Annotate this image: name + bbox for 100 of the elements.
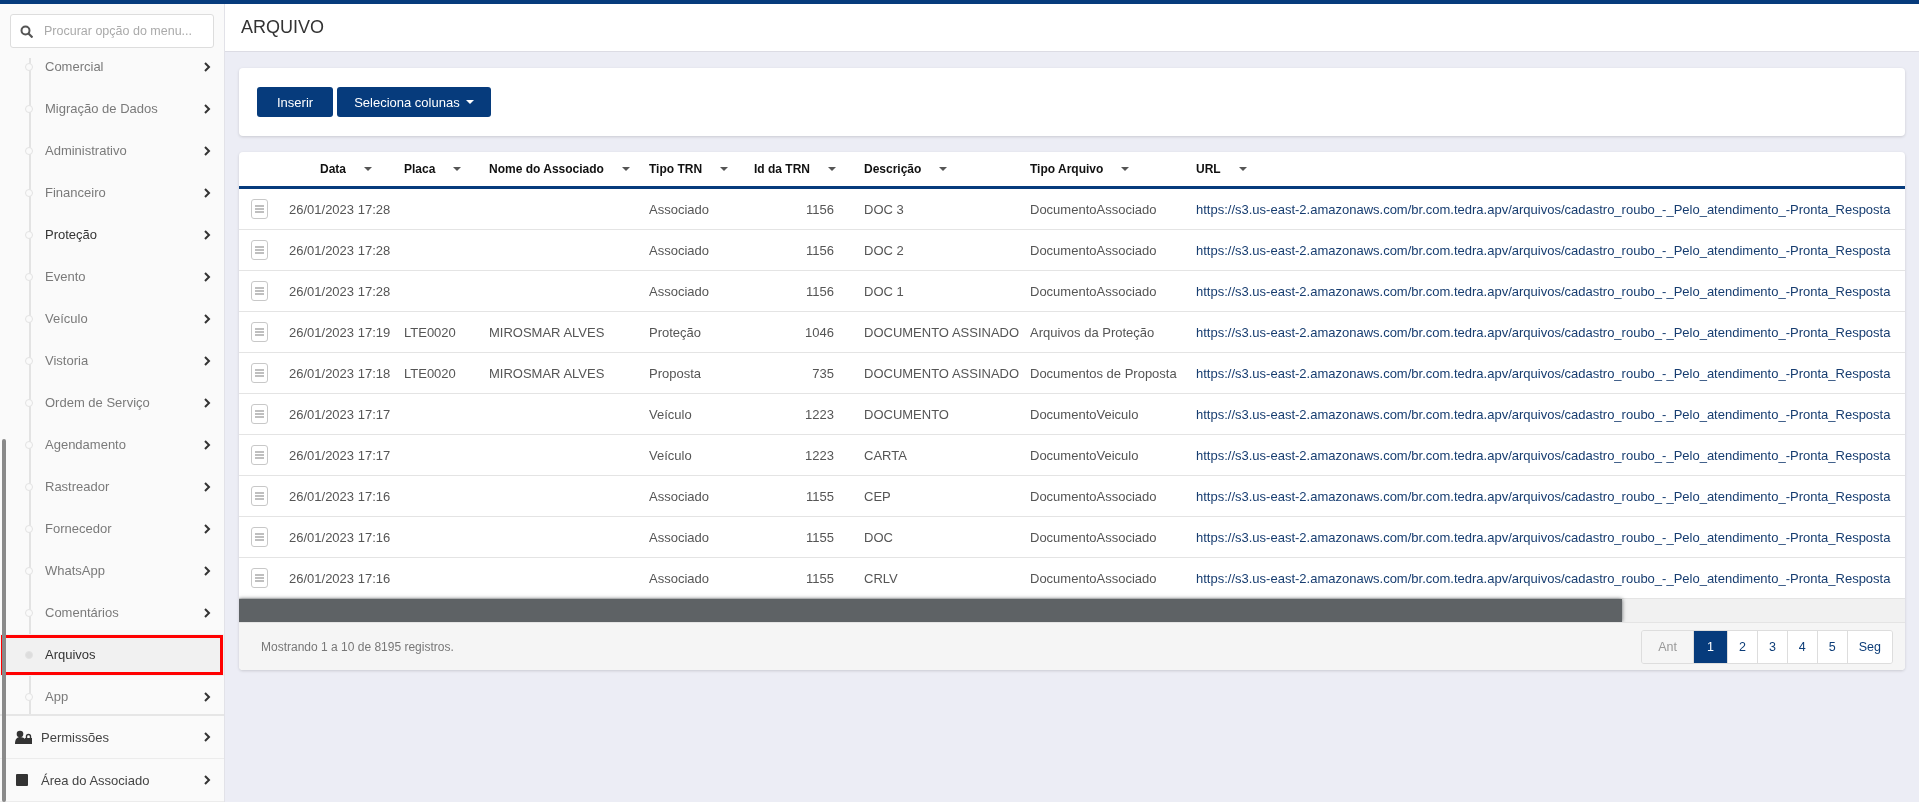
table-cell-text: DocumentoAssociado bbox=[1029, 283, 1158, 299]
table-cell-text: Veículo bbox=[648, 406, 693, 422]
sort-caret-icon bbox=[720, 167, 729, 171]
section-label: Área do Associado bbox=[41, 772, 151, 788]
table-cell-text: DocumentoAssociado bbox=[1029, 242, 1158, 258]
sidebar-item[interactable]: Comercial bbox=[0, 57, 224, 88]
page-link[interactable]: 3 bbox=[1756, 630, 1787, 663]
column-header[interactable]: URL bbox=[1186, 162, 1905, 176]
list-icon bbox=[254, 328, 264, 336]
sidebar-item[interactable]: Ordem de Serviço bbox=[0, 381, 224, 424]
table-cell-text: DOC 3 bbox=[863, 201, 905, 217]
sort-caret-icon bbox=[828, 167, 836, 171]
list-icon bbox=[254, 451, 264, 459]
scrollbar[interactable] bbox=[2, 439, 6, 802]
sidebar-item[interactable]: Proteção bbox=[0, 213, 224, 256]
table-cell-text: 26/01/2023 17:19 bbox=[288, 324, 392, 340]
table-cell-text: Associado bbox=[648, 488, 710, 504]
sidebar-item[interactable]: Administrativo bbox=[0, 129, 224, 172]
column-header[interactable]: Tipo Arquivo bbox=[1020, 162, 1186, 176]
table-cell-text: 1156 bbox=[806, 242, 835, 258]
page-link[interactable]: 4 bbox=[1786, 630, 1817, 663]
table-cell-text: LTE0020 bbox=[403, 324, 457, 340]
table-cell-text: DocumentoVeiculo bbox=[1029, 447, 1140, 463]
table-cell-text: 26/01/2023 17:16 bbox=[288, 488, 392, 504]
table-cell-text: Proteção bbox=[648, 324, 703, 340]
sidebar-item[interactable]: Migração de Dados bbox=[0, 87, 224, 130]
url-link[interactable]: https://s3.us-east-2.amazonaws.com/br.com.tedra.apv/arquivos/cadastro_roubo_-_Pelo_atendimento_-Pronta_Resposta bbox=[1186, 242, 1905, 258]
url-link[interactable]: https://s3.us-east-2.amazonaws.com/br.com.tedra.apv/arquivos/cadastro_roubo_-_Pelo_atendimento_-Pronta_Resposta bbox=[1186, 488, 1905, 504]
select-columns-button[interactable]: Seleciona colunas bbox=[337, 87, 491, 117]
column-header[interactable]: Data bbox=[279, 162, 394, 176]
table-cell-text: 1223 bbox=[805, 447, 835, 463]
sidebar-item[interactable]: WhatsApp bbox=[0, 549, 224, 592]
table-cell-text: 26/01/2023 17:18 bbox=[288, 365, 392, 381]
page-link[interactable]: Seg bbox=[1846, 630, 1892, 663]
row-menu-button[interactable] bbox=[250, 486, 268, 506]
row-menu-button[interactable] bbox=[250, 363, 268, 383]
table-cell-text: CARTA bbox=[863, 447, 908, 463]
search-field[interactable]: Procurar opção do menu... bbox=[10, 13, 214, 48]
sidebar-item[interactable]: Agendamento bbox=[0, 423, 224, 466]
table-cell-text: 1046 bbox=[805, 324, 835, 340]
column-header[interactable]: Id da TRN bbox=[744, 162, 854, 176]
url-link[interactable]: https://s3.us-east-2.amazonaws.com/br.com.tedra.apv/arquivos/cadastro_roubo_-_Pelo_atendimento_-Pronta_Resposta bbox=[1186, 365, 1905, 381]
sidebar-item[interactable]: Arquivos bbox=[0, 633, 224, 676]
table-cell-text: 26/01/2023 17:16 bbox=[288, 570, 392, 586]
row-menu-button[interactable] bbox=[250, 568, 268, 588]
chevron-icon bbox=[202, 774, 212, 787]
row-menu-button[interactable] bbox=[250, 445, 268, 465]
column-header[interactable]: Descrição bbox=[854, 162, 1020, 176]
sidebar-item[interactable]: Veículo bbox=[0, 297, 224, 340]
sidebar-item[interactable]: Fornecedor bbox=[0, 507, 224, 550]
insert-button[interactable]: Inserir bbox=[257, 87, 334, 117]
table-cell-text: DocumentoAssociado bbox=[1029, 488, 1158, 504]
url-link[interactable]: https://s3.us-east-2.amazonaws.com/br.com.tedra.apv/arquivos/cadastro_roubo_-_Pelo_atendimento_-Pronta_Resposta bbox=[1186, 447, 1905, 463]
sidebar-item[interactable]: Rastreador bbox=[0, 465, 224, 508]
table-cell-text: 1156 bbox=[806, 201, 835, 217]
table-cell-text: CRLV bbox=[863, 570, 899, 586]
table-cell-text: DOC 2 bbox=[863, 242, 905, 258]
table-cell-text: DocumentoAssociado bbox=[1029, 201, 1158, 217]
column-header[interactable]: Nome do Associado bbox=[479, 162, 639, 176]
url-link[interactable]: https://s3.us-east-2.amazonaws.com/br.com.tedra.apv/arquivos/cadastro_roubo_-_Pelo_atendimento_-Pronta_Resposta bbox=[1186, 406, 1905, 422]
page-title: ARQUIVO bbox=[241, 17, 324, 38]
url-link[interactable]: https://s3.us-east-2.amazonaws.com/br.com.tedra.apv/arquivos/cadastro_roubo_-_Pelo_atendimento_-Pronta_Resposta bbox=[1186, 201, 1905, 217]
sidebar-item[interactable]: Vistoria bbox=[0, 339, 224, 382]
row-menu-button[interactable] bbox=[250, 240, 268, 260]
sidebar-item[interactable]: Evento bbox=[0, 255, 224, 298]
sidebar-item[interactable]: App bbox=[0, 675, 224, 715]
table-cell-text: Associado bbox=[648, 283, 710, 299]
sort-caret-icon bbox=[364, 167, 372, 171]
row-menu-button[interactable] bbox=[250, 281, 268, 301]
table-cell-text: DocumentoAssociado bbox=[1029, 529, 1158, 545]
page-link[interactable]: 5 bbox=[1816, 630, 1847, 663]
table-cell-text: Associado bbox=[648, 529, 710, 545]
row-menu-button[interactable] bbox=[250, 404, 268, 424]
sidebar-item[interactable]: Financeiro bbox=[0, 171, 224, 214]
url-link[interactable]: https://s3.us-east-2.amazonaws.com/br.com.tedra.apv/arquivos/cadastro_roubo_-_Pelo_atendimento_-Pronta_Resposta bbox=[1186, 570, 1905, 586]
sort-caret-icon bbox=[1121, 167, 1130, 171]
chevron-icon bbox=[202, 731, 212, 744]
table-cell-text: MIROSMAR ALVES bbox=[488, 324, 606, 340]
table-cell-text: 1156 bbox=[806, 283, 835, 299]
column-header[interactable]: Placa bbox=[394, 162, 479, 176]
sidebar-item[interactable]: Comentários bbox=[0, 591, 224, 634]
horizontal-scrollbar[interactable] bbox=[239, 599, 1622, 622]
url-link[interactable]: https://s3.us-east-2.amazonaws.com/br.com.tedra.apv/arquivos/cadastro_roubo_-_Pelo_atendimento_-Pronta_Resposta bbox=[1186, 283, 1905, 299]
table-cell-text: Associado bbox=[648, 201, 710, 217]
page-link[interactable]: 2 bbox=[1726, 630, 1757, 663]
table-cell-text: 1155 bbox=[806, 529, 835, 545]
row-menu-button[interactable] bbox=[250, 322, 268, 342]
column-header[interactable]: Tipo TRN bbox=[639, 162, 744, 176]
table-cell-text: Associado bbox=[648, 242, 710, 258]
url-link[interactable]: https://s3.us-east-2.amazonaws.com/br.com.tedra.apv/arquivos/cadastro_roubo_-_Pelo_atendimento_-Pronta_Resposta bbox=[1186, 324, 1905, 340]
sort-caret-icon bbox=[621, 167, 630, 171]
url-link[interactable]: https://s3.us-east-2.amazonaws.com/br.com.tedra.apv/arquivos/cadastro_roubo_-_Pelo_atendimento_-Pronta_Resposta bbox=[1186, 529, 1905, 545]
table-cell-text: DOCUMENTO bbox=[863, 406, 950, 422]
page-link[interactable]: 1 bbox=[1693, 630, 1727, 663]
sort-caret-icon bbox=[453, 167, 462, 171]
row-menu-button[interactable] bbox=[250, 527, 268, 547]
table-cell-text: DOC bbox=[863, 529, 894, 545]
table-cell-text: 26/01/2023 17:28 bbox=[288, 283, 392, 299]
row-menu-button[interactable] bbox=[250, 199, 268, 219]
table-cell-text: DOCUMENTO ASSINADO bbox=[863, 324, 1020, 340]
